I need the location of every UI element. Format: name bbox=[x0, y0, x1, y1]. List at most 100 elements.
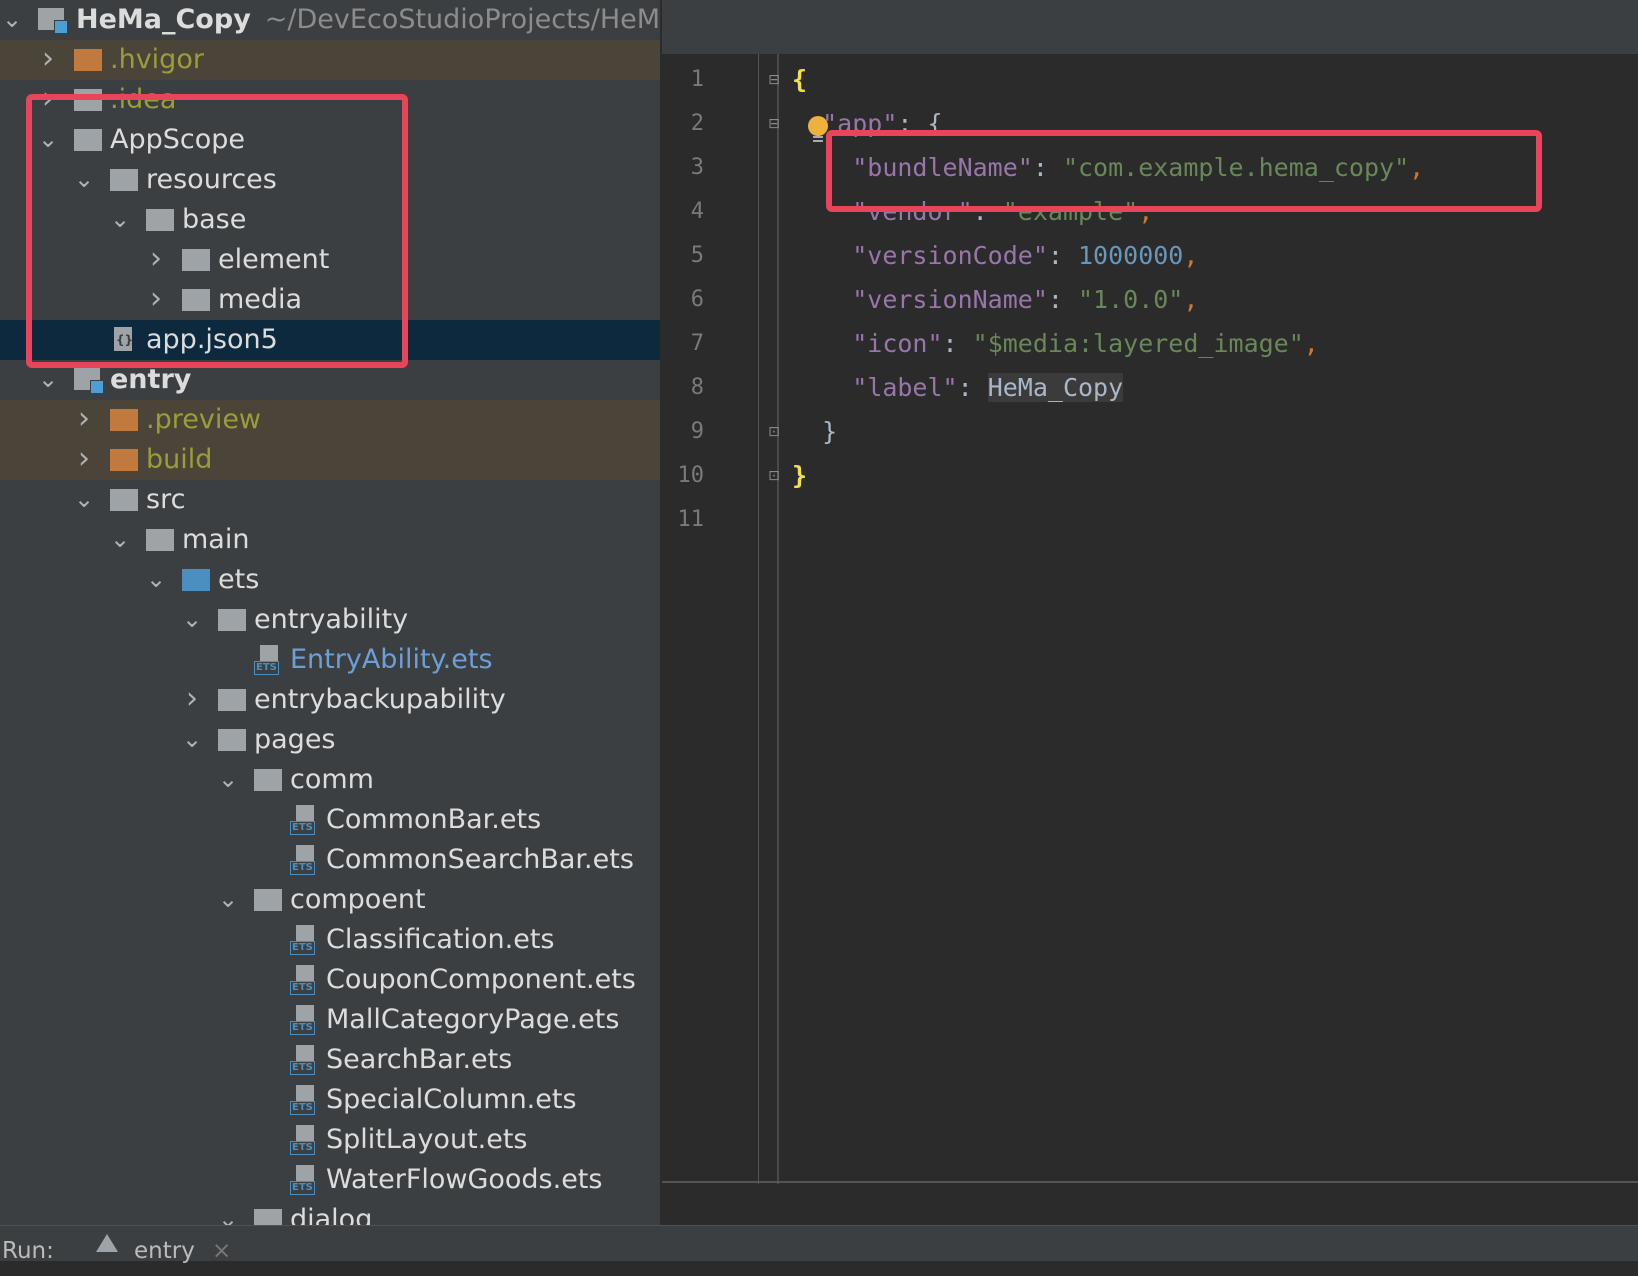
chevron-right-icon[interactable]: › bbox=[182, 680, 202, 720]
folder-icon bbox=[74, 40, 102, 80]
editor-bottom-border bbox=[662, 1181, 1638, 1183]
code-line[interactable]: "versionName": "1.0.0", bbox=[792, 278, 1198, 322]
folder-icon bbox=[110, 440, 138, 480]
code-token: } bbox=[792, 417, 838, 446]
chevron-down-icon[interactable]: ⌄ bbox=[182, 600, 202, 640]
tree-item-comm[interactable]: ⌄ comm bbox=[0, 760, 660, 800]
ets-file-icon: ETS bbox=[290, 1000, 318, 1040]
tree-item-compoent[interactable]: ⌄ compoent bbox=[0, 880, 660, 920]
chevron-down-icon[interactable]: ⌄ bbox=[110, 520, 130, 560]
line-number: 10 bbox=[677, 463, 705, 488]
code-token: "versionCode" bbox=[852, 241, 1048, 270]
chevron-down-icon[interactable]: ⌄ bbox=[218, 880, 238, 920]
tree-item-main[interactable]: ⌄ main bbox=[0, 520, 660, 560]
ets-file-icon: ETS bbox=[290, 800, 318, 840]
folder-icon bbox=[182, 560, 210, 600]
module-folder-icon bbox=[38, 0, 68, 40]
tree-item-label: build bbox=[146, 444, 213, 475]
chevron-right-icon[interactable]: › bbox=[74, 400, 94, 440]
code-token: HeMa_Copy bbox=[987, 373, 1124, 402]
chevron-down-icon[interactable]: ⌄ bbox=[182, 720, 202, 760]
tree-item-label: comm bbox=[290, 764, 374, 795]
tree-item-pages[interactable]: ⌄ pages bbox=[0, 720, 660, 760]
chevron-down-icon[interactable]: ⌄ bbox=[74, 480, 94, 520]
code-line[interactable]: "versionCode": 1000000, bbox=[792, 234, 1198, 278]
line-number: 8 bbox=[690, 375, 704, 400]
fold-marker-icon[interactable]: ⊟ bbox=[766, 70, 782, 90]
chevron-down-icon[interactable]: ⌄ bbox=[218, 1200, 238, 1225]
chevron-down-icon[interactable]: ⌄ bbox=[2, 0, 22, 40]
ets-file-icon: ETS bbox=[290, 1120, 318, 1160]
tree-item-commonbar-ets[interactable]: ETS CommonBar.ets bbox=[0, 800, 660, 840]
tree-item-label: ets bbox=[218, 564, 260, 595]
tree-item-commonsearchbar-ets[interactable]: ETS CommonSearchBar.ets bbox=[0, 840, 660, 880]
line-number: 6 bbox=[690, 287, 704, 312]
tree-item-label: CouponComponent.ets bbox=[326, 964, 636, 995]
annotation-box-bundlename bbox=[826, 130, 1542, 212]
fold-end-icon[interactable]: ⊡ bbox=[766, 466, 782, 486]
tree-item-label: dialog bbox=[290, 1204, 373, 1225]
tree-item-entryability-ets[interactable]: ETS EntryAbility.ets bbox=[0, 640, 660, 680]
code-token: : bbox=[1047, 285, 1078, 314]
tree-item-label: compoent bbox=[290, 884, 426, 915]
code-line[interactable]: } bbox=[792, 454, 807, 498]
code-token: , bbox=[1183, 241, 1199, 270]
code-token: , bbox=[1303, 329, 1319, 358]
code-token: , bbox=[1183, 285, 1199, 314]
editor-tab-bar bbox=[662, 0, 1638, 54]
chevron-right-icon[interactable]: › bbox=[38, 40, 58, 80]
folder-icon bbox=[110, 480, 138, 520]
tree-item-mallcategorypage-ets[interactable]: ETS MallCategoryPage.ets bbox=[0, 1000, 660, 1040]
project-name-text: HeMa_Copy bbox=[76, 4, 251, 35]
code-token: } bbox=[792, 461, 808, 490]
fold-end-icon[interactable]: ⊡ bbox=[766, 422, 782, 442]
line-number-gutter: 1 2 3 4 5 6 7 8 9 10 11 bbox=[662, 54, 762, 1184]
tree-item-searchbar-ets[interactable]: ETS SearchBar.ets bbox=[0, 1040, 660, 1080]
code-line[interactable]: "icon": "$media:layered_image", bbox=[792, 322, 1319, 366]
tree-item-label: Classification.ets bbox=[326, 924, 555, 955]
folder-icon bbox=[218, 680, 246, 720]
tree-item-waterflowgoods-ets[interactable]: ETS WaterFlowGoods.ets bbox=[0, 1160, 660, 1200]
ets-file-icon: ETS bbox=[290, 1080, 318, 1120]
tree-item-specialcolumn-ets[interactable]: ETS SpecialColumn.ets bbox=[0, 1080, 660, 1120]
tree-item-hvigor[interactable]: › .hvigor bbox=[0, 40, 660, 80]
run-tab-entry[interactable]: entry bbox=[134, 1226, 195, 1276]
code-token: "label" bbox=[852, 373, 958, 402]
tree-item-ets[interactable]: ⌄ ets bbox=[0, 560, 660, 600]
code-token: "versionName" bbox=[852, 285, 1048, 314]
chevron-down-icon[interactable]: ⌄ bbox=[146, 560, 166, 600]
tree-item-splitlayout-ets[interactable]: ETS SplitLayout.ets bbox=[0, 1120, 660, 1160]
tree-item-couponcomponent-ets[interactable]: ETS CouponComponent.ets bbox=[0, 960, 660, 1000]
ets-file-icon: ETS bbox=[290, 1040, 318, 1080]
tree-root-row[interactable]: ⌄ HeMa_Copy ~/DevEcoStudioProjects/HeMa_C bbox=[0, 0, 660, 40]
code-line[interactable]: { bbox=[792, 58, 807, 102]
tree-item-classification-ets[interactable]: ETS Classification.ets bbox=[0, 920, 660, 960]
close-icon[interactable]: × bbox=[212, 1226, 231, 1276]
code-line[interactable]: } bbox=[792, 410, 837, 454]
code-token: 1000000 bbox=[1078, 241, 1184, 270]
code-token: : bbox=[942, 329, 973, 358]
fold-marker-icon[interactable]: ⊟ bbox=[766, 114, 782, 134]
line-number: 1 bbox=[690, 67, 704, 92]
run-label: Run: bbox=[2, 1238, 54, 1264]
run-tool-bar[interactable]: Run: entry × bbox=[0, 1225, 1638, 1264]
tree-item-src[interactable]: ⌄ src bbox=[0, 480, 660, 520]
code-line[interactable]: "label": HeMa_Copy bbox=[792, 366, 1124, 410]
tree-item-entrybackupability[interactable]: › entrybackupability bbox=[0, 680, 660, 720]
tree-item-preview[interactable]: › .preview bbox=[0, 400, 660, 440]
tree-item-entryability[interactable]: ⌄ entryability bbox=[0, 600, 660, 640]
line-number: 3 bbox=[690, 155, 704, 180]
chevron-down-icon[interactable]: ⌄ bbox=[218, 760, 238, 800]
tree-item-label: SearchBar.ets bbox=[326, 1044, 513, 1075]
tree-item-build[interactable]: › build bbox=[0, 440, 660, 480]
folder-icon bbox=[218, 720, 246, 760]
chevron-right-icon[interactable]: › bbox=[74, 440, 94, 480]
code-token: : bbox=[957, 373, 988, 402]
tree-item-dialog[interactable]: ⌄ dialog bbox=[0, 1200, 660, 1225]
code-token: "$media:layered_image" bbox=[972, 329, 1304, 358]
code-token: "icon" bbox=[852, 329, 943, 358]
